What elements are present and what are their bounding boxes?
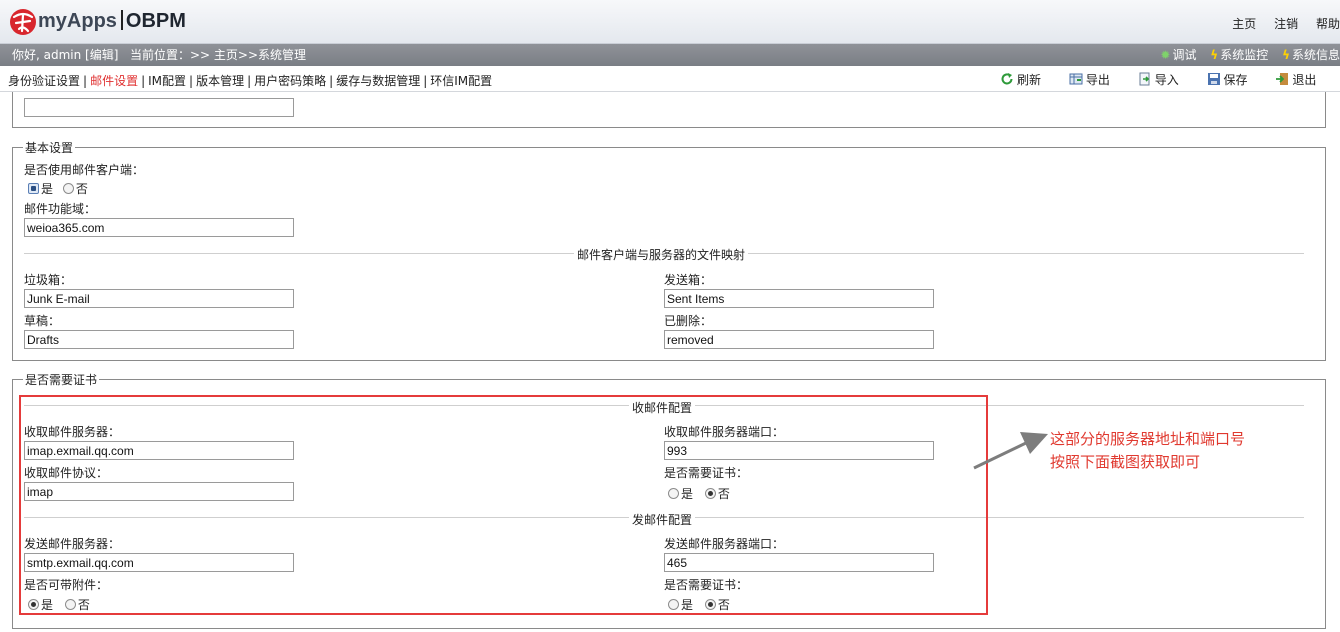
previous-section-input[interactable] bbox=[24, 98, 294, 117]
refresh-label: 刷新 bbox=[1017, 73, 1042, 87]
annotation-note: 这部分的服务器地址和端口号 按照下面截图获取即可 bbox=[1050, 428, 1245, 474]
export-icon bbox=[1069, 73, 1083, 85]
exit-button[interactable]: 退出 bbox=[1275, 71, 1316, 88]
tab-separator: | bbox=[189, 74, 194, 88]
brand-product: OBPM bbox=[125, 10, 186, 32]
junk-folder-label: 垃圾箱： bbox=[24, 273, 73, 287]
no-label: 否 bbox=[75, 182, 88, 196]
exit-label: 退出 bbox=[1292, 73, 1317, 87]
use-mail-client-yes-radio[interactable] bbox=[28, 183, 39, 194]
lightning-icon: ϟ bbox=[1210, 48, 1219, 62]
import-icon bbox=[1139, 72, 1150, 86]
highlight-box bbox=[19, 395, 988, 615]
tab-im-config[interactable]: IM配置 bbox=[148, 74, 186, 88]
settings-nav: 身份验证设置 | 邮件设置 | IM配置 | 版本管理 | 用户密码策略 | 缓存与数据管理 | 环信I… bbox=[0, 66, 1340, 92]
mail-domain-label: 邮件功能域： bbox=[24, 202, 97, 216]
mail-settings-form: 基本设置 是否使用邮件客户端： 是 否 邮件功能域： 邮件客户端与服务器的文件映… bbox=[0, 92, 1340, 632]
tab-easemob-im[interactable]: 环信IM配置 bbox=[430, 74, 492, 88]
deleted-folder-label: 已删除： bbox=[664, 314, 713, 328]
annotation-line-1: 这部分的服务器地址和端口号 bbox=[1050, 430, 1246, 448]
system-monitor-button[interactable]: ϟ 系统监控 bbox=[1210, 48, 1268, 62]
tab-password-policy[interactable]: 用户密码策略 bbox=[254, 74, 326, 88]
annotation-arrow bbox=[973, 432, 1048, 470]
yes-label: 是 bbox=[41, 182, 54, 196]
user-bar: 你好, admin [编辑] 当前位置：>> 主页>>系统管理 ✹ 调试 ϟ 系统监… bbox=[0, 44, 1340, 66]
breadcrumb: 当前位置：>> 主页>>系统管理 bbox=[130, 48, 307, 62]
basic-settings-legend: 基本设置 bbox=[25, 141, 74, 155]
import-label: 导入 bbox=[1154, 73, 1179, 87]
tab-separator: | bbox=[141, 74, 146, 88]
settings-tabs: 身份验证设置 | 邮件设置 | IM配置 | 版本管理 | 用户密码策略 | 缓存与数据管理 | 环信I… bbox=[8, 72, 492, 89]
toolbar-actions: 刷新 导出 导入 保存 退出 bbox=[1000, 71, 1316, 88]
drafts-folder-label: 草稿： bbox=[24, 314, 61, 328]
use-mail-client-no-radio[interactable] bbox=[62, 183, 74, 194]
tab-separator: | bbox=[247, 74, 252, 88]
tab-separator: | bbox=[329, 74, 334, 88]
logo-icon bbox=[10, 9, 36, 35]
system-info-button[interactable]: ϟ 系统信息 bbox=[1282, 48, 1340, 62]
export-button[interactable]: 导出 bbox=[1069, 71, 1110, 88]
exit-icon bbox=[1276, 73, 1289, 85]
gear-icon: ✹ bbox=[1160, 48, 1171, 62]
debug-button[interactable]: ✹ 调试 bbox=[1160, 48, 1196, 62]
top-links: 主页 注销 帮助 bbox=[1218, 15, 1340, 32]
sent-folder-input[interactable] bbox=[664, 289, 934, 308]
drafts-folder-input[interactable] bbox=[24, 330, 294, 349]
lightning-icon: ϟ bbox=[1282, 48, 1290, 62]
help-link[interactable]: 帮助 bbox=[1316, 17, 1340, 31]
system-monitor-label: 系统监控 bbox=[1220, 48, 1269, 62]
app-header: myApps OBPM 主页 注销 帮助 bbox=[0, 0, 1340, 44]
tab-auth-settings[interactable]: 身份验证设置 bbox=[8, 74, 80, 88]
brand: myApps OBPM bbox=[38, 10, 186, 33]
use-mail-client-label: 是否使用邮件客户端： bbox=[24, 163, 145, 177]
certificate-legend: 是否需要证书 bbox=[25, 373, 98, 387]
system-info-label: 系统信息 bbox=[1291, 48, 1340, 62]
save-icon bbox=[1207, 73, 1220, 85]
file-mapping-title: 邮件客户端与服务器的文件映射 bbox=[574, 246, 749, 263]
user-greeting[interactable]: 你好, admin [编辑] bbox=[12, 44, 118, 66]
brand-name: myApps bbox=[38, 10, 117, 32]
sent-folder-label: 发送箱： bbox=[664, 273, 713, 287]
tab-separator: | bbox=[83, 74, 88, 88]
brand-separator bbox=[120, 10, 123, 30]
mail-domain-input[interactable] bbox=[24, 218, 294, 237]
refresh-button[interactable]: 刷新 bbox=[1000, 71, 1041, 88]
use-mail-client-radio: 是 否 bbox=[28, 180, 88, 197]
home-link[interactable]: 主页 bbox=[1232, 17, 1256, 31]
logout-link[interactable]: 注销 bbox=[1274, 17, 1298, 31]
save-button[interactable]: 保存 bbox=[1207, 71, 1248, 88]
import-button[interactable]: 导入 bbox=[1138, 71, 1179, 88]
export-label: 导出 bbox=[1085, 73, 1110, 87]
tab-mail-settings[interactable]: 邮件设置 bbox=[90, 74, 138, 88]
save-label: 保存 bbox=[1223, 73, 1248, 87]
system-tools: ✹ 调试 ϟ 系统监控 ϟ 系统信息 bbox=[1150, 44, 1340, 66]
tab-separator: | bbox=[423, 74, 428, 88]
refresh-icon bbox=[1001, 73, 1013, 85]
junk-folder-input[interactable] bbox=[24, 289, 294, 308]
debug-label: 调试 bbox=[1172, 48, 1197, 62]
tab-cache-data[interactable]: 缓存与数据管理 bbox=[336, 74, 420, 88]
tab-version-management[interactable]: 版本管理 bbox=[196, 74, 244, 88]
annotation-line-2: 按照下面截图获取即可 bbox=[1050, 453, 1201, 471]
deleted-folder-input[interactable] bbox=[664, 330, 934, 349]
